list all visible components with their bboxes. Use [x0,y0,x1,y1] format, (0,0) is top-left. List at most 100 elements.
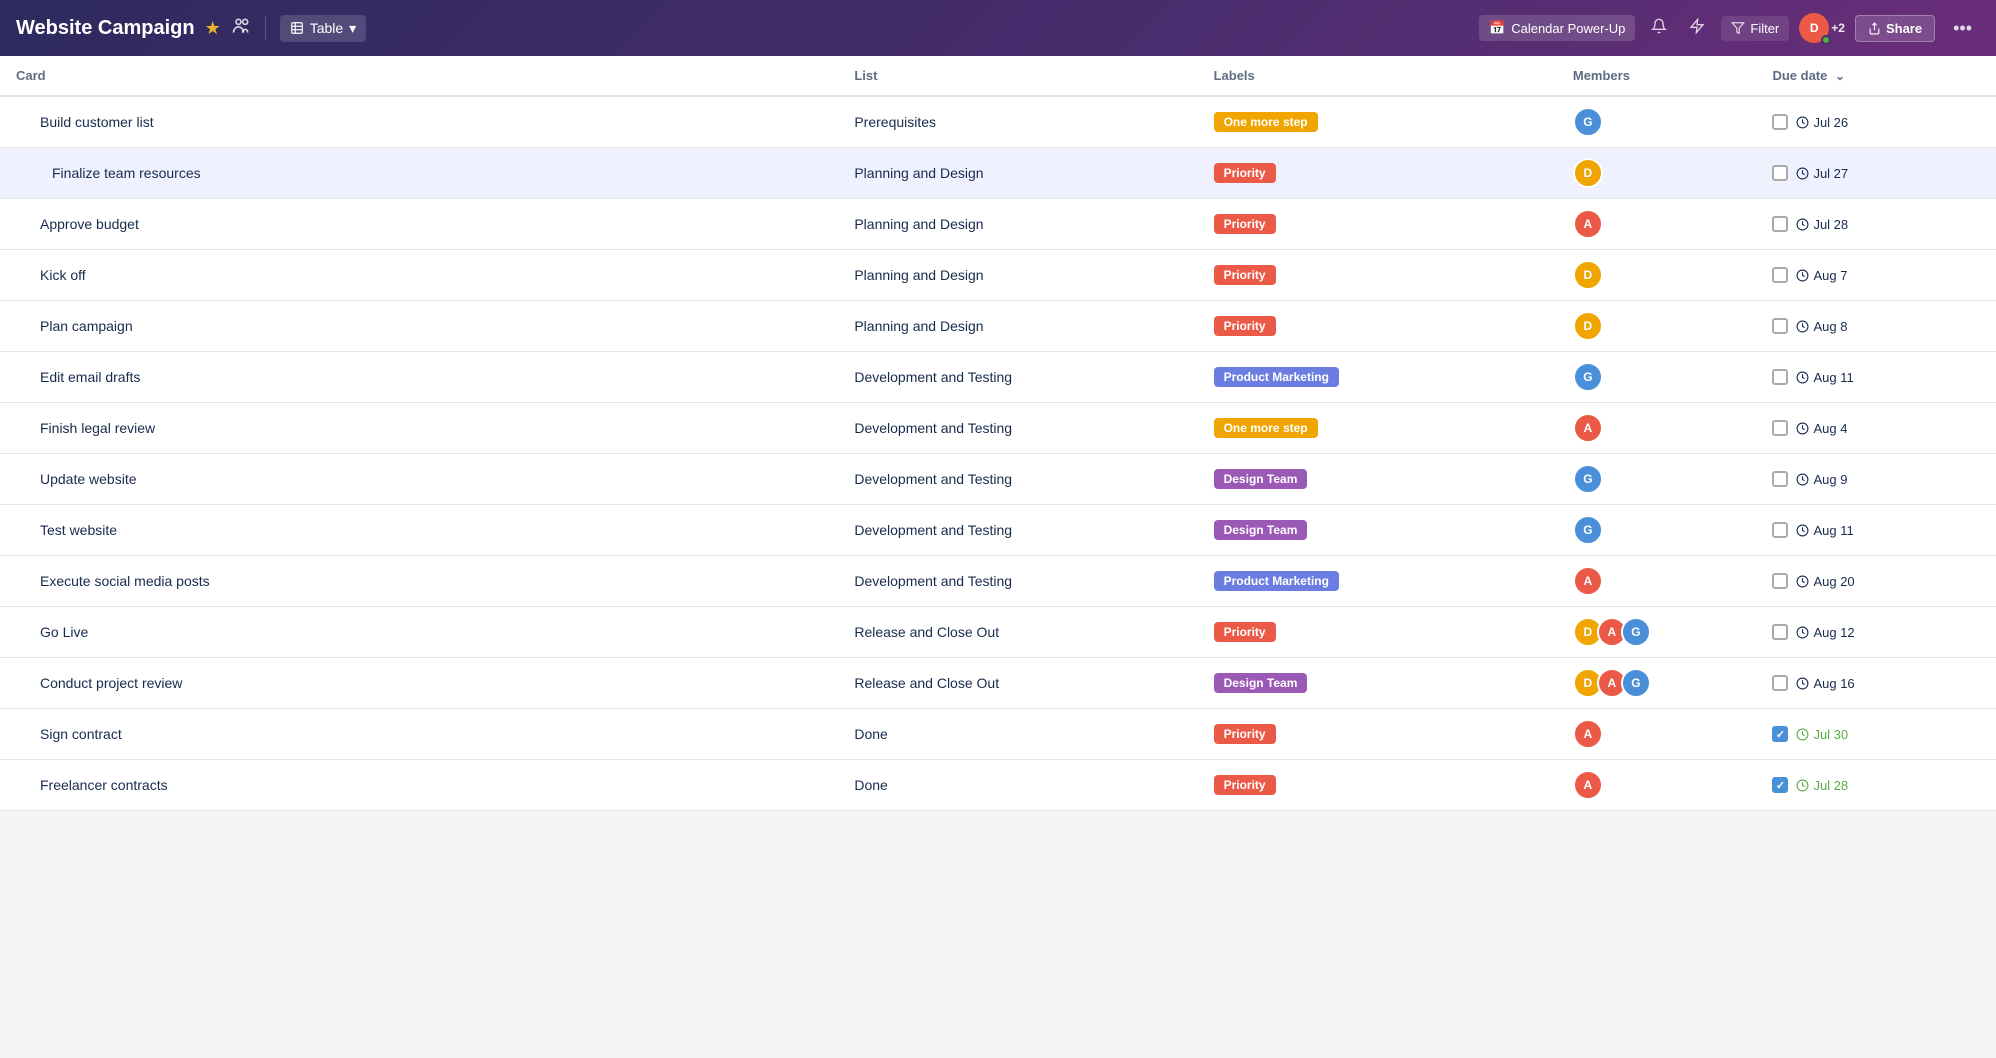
due-date-checkbox[interactable] [1772,675,1788,691]
card-name[interactable]: Finalize team resources [52,165,201,181]
sort-icon: ⌄ [1835,69,1845,83]
table-row[interactable]: Sign contractDonePriorityA Jul 30 [0,709,1996,760]
card-cell: Execute social media posts [0,556,838,607]
due-date-checkbox[interactable] [1772,267,1788,283]
member-avatar[interactable]: D [1573,260,1603,290]
table-row[interactable]: Freelancer contractsDonePriorityA Jul 28 [0,760,1996,811]
due-date-checkbox[interactable] [1772,114,1788,130]
table-row[interactable]: Build customer list Prerequisites One more… [0,96,1996,148]
card-cell: Build customer list [0,96,838,148]
table-row[interactable]: Kick offPlanning and DesignPriorityD Aug… [0,250,1996,301]
page-title: Website Campaign [16,17,195,40]
members-icon[interactable] [231,16,251,41]
label-badge[interactable]: Design Team [1214,520,1308,540]
card-name[interactable]: Freelancer contracts [40,777,168,793]
label-badge[interactable]: Priority [1214,775,1276,795]
card-name[interactable]: Approve budget [40,216,139,232]
more-options-button[interactable]: ••• [1945,14,1980,43]
star-icon[interactable]: ★ [205,18,221,39]
label-badge[interactable]: Product Marketing [1214,571,1339,591]
due-date-checkbox[interactable] [1772,522,1788,538]
due-date-checkbox[interactable] [1772,165,1788,181]
due-date-checkbox[interactable] [1772,624,1788,640]
card-name[interactable]: Execute social media posts [40,573,210,589]
extra-users-count[interactable]: +2 [1831,21,1845,35]
label-badge[interactable]: Design Team [1214,673,1308,693]
table-row[interactable]: Conduct project review Release and Close … [0,658,1996,709]
label-badge[interactable]: One more step [1214,418,1318,438]
table-row[interactable]: Go LiveRelease and Close OutPriorityDAG … [0,607,1996,658]
card-name[interactable]: Kick off [40,267,86,283]
table-row[interactable]: Edit email draftsDevelopment and Testing… [0,352,1996,403]
card-name[interactable]: Build customer list [40,114,154,130]
label-badge[interactable]: Product Marketing [1214,367,1339,387]
due-date-checkbox[interactable] [1772,573,1788,589]
member-avatar[interactable]: D [1573,158,1603,188]
share-button[interactable]: Share [1855,15,1935,42]
list-cell: Done [838,709,1197,760]
member-avatar[interactable]: A [1573,719,1603,749]
table-row[interactable]: Approve budgetPlanning and DesignPriorit… [0,199,1996,250]
table-row[interactable]: Update website Development and Testing Des… [0,454,1996,505]
list-cell: Development and Testing [838,556,1197,607]
col-list: List [838,56,1197,96]
card-name[interactable]: Go Live [40,624,88,640]
card-name[interactable]: Conduct project review [40,675,182,691]
member-avatar[interactable]: G [1621,617,1651,647]
label-badge[interactable]: Priority [1214,724,1276,744]
calendar-powerup-button[interactable]: 📅 Calendar Power-Up [1479,15,1635,41]
label-badge[interactable]: Design Team [1214,469,1308,489]
label-badge[interactable]: Priority [1214,316,1276,336]
member-avatar[interactable]: D [1573,311,1603,341]
table-row[interactable]: ⋮⋮Finalize team resources✏️Planning and … [0,148,1996,199]
label-badge[interactable]: Priority [1214,214,1276,234]
member-avatar[interactable]: G [1573,515,1603,545]
label-badge[interactable]: One more step [1214,112,1318,132]
member-avatar[interactable]: G [1573,464,1603,494]
table-view-button[interactable]: Table ▾ [280,15,367,42]
members-cell: G [1557,352,1757,403]
table-wrapper: Card List Labels Members Due date ⌄ Buil… [0,56,1996,811]
notify-icon[interactable] [1645,12,1673,45]
due-date-checkbox[interactable] [1772,471,1788,487]
due-date-checkbox[interactable] [1772,726,1788,742]
card-name[interactable]: Update website [40,471,137,487]
col-members: Members [1557,56,1757,96]
filter-button[interactable]: Filter [1721,16,1789,41]
list-name: Done [854,726,887,742]
label-badge[interactable]: Priority [1214,622,1276,642]
label-badge[interactable]: Priority [1214,163,1276,183]
table-row[interactable]: Execute social media posts Development an… [0,556,1996,607]
member-avatar[interactable]: G [1573,107,1603,137]
lightning-icon[interactable] [1683,12,1711,45]
col-due-date[interactable]: Due date ⌄ [1756,56,1996,96]
card-name[interactable]: Plan campaign [40,318,133,334]
list-cell: Development and Testing [838,403,1197,454]
card-name[interactable]: Test website [40,522,117,538]
due-date-checkbox[interactable] [1772,216,1788,232]
member-avatar[interactable]: A [1573,209,1603,239]
due-date-checkbox[interactable] [1772,318,1788,334]
due-date-checkbox[interactable] [1772,420,1788,436]
table-header-row: Card List Labels Members Due date ⌄ [0,56,1996,96]
table-row[interactable]: Test websiteDevelopment and TestingDesig… [0,505,1996,556]
table-row[interactable]: Plan campaignPlanning and DesignPriority… [0,301,1996,352]
member-avatar[interactable]: A [1573,566,1603,596]
due-date-checkbox[interactable] [1772,777,1788,793]
user-avatar-d[interactable]: D [1799,13,1829,43]
card-name[interactable]: Edit email drafts [40,369,140,385]
list-cell: Release and Close Out [838,658,1197,709]
member-avatar[interactable]: A [1573,413,1603,443]
card-name[interactable]: Sign contract [40,726,122,742]
member-avatar[interactable]: G [1621,668,1651,698]
due-date-checkbox[interactable] [1772,369,1788,385]
due-date-text: Jul 28 [1796,778,1848,793]
card-cell: Test website [0,505,838,556]
label-badge[interactable]: Priority [1214,265,1276,285]
table-row[interactable]: Finish legal review Development and Testi… [0,403,1996,454]
member-avatar[interactable]: G [1573,362,1603,392]
list-cell: Prerequisites [838,96,1197,148]
card-name[interactable]: Finish legal review [40,420,155,436]
list-cell: Development and Testing [838,454,1197,505]
member-avatar[interactable]: A [1573,770,1603,800]
